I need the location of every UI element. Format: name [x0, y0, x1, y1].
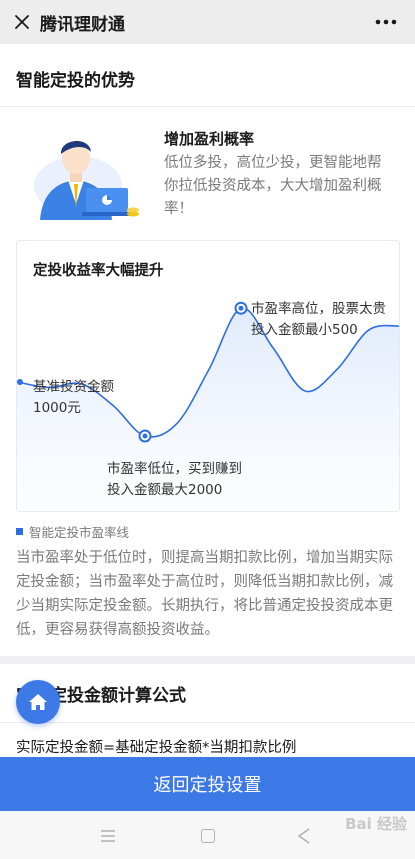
home-icon [29, 694, 47, 710]
annotation-base-line1: 基准投资金额 [33, 379, 114, 395]
annotation-base: 基准投资金额 1000元 [33, 377, 114, 419]
legend-label: 智能定投市盈率线 [29, 525, 130, 540]
home-button[interactable] [16, 680, 60, 724]
advantage-heading: 增加盈利概率 [164, 130, 255, 148]
chart-panel: 定投收益率大幅提升 基准投资金额 1000元 市盈率低位，买到赚到 投入金额最大… [16, 240, 400, 512]
close-icon [15, 15, 29, 29]
formula-text: 实际定投金额=基础定投金额*当期扣款比例 [16, 740, 297, 756]
formula-card: 实际定投金额计算公式 实际定投金额=基础定投金额*当期扣款比例 [0, 664, 415, 764]
investor-illustration [34, 140, 139, 220]
close-button[interactable] [0, 0, 44, 44]
annotation-low-line1: 市盈率低位，买到赚到 [107, 461, 242, 477]
nav-back-icon[interactable] [296, 827, 312, 845]
system-nav-bar: Bai 经验 [0, 811, 415, 859]
annotation-low-line2: 投入金额最大2000 [107, 482, 223, 498]
divider [0, 722, 415, 723]
chart-start-point [17, 379, 23, 385]
explanation-text: 当市盈率处于低位时，则提高当期扣款比例，增加当期实际定投金额；当市盈率处于高位时… [16, 550, 393, 638]
nav-home-icon[interactable] [201, 829, 215, 843]
chart-marker-dot-0 [142, 433, 148, 439]
menu-icon[interactable] [100, 829, 116, 843]
chart-marker-dot-1 [238, 305, 244, 311]
divider [0, 106, 415, 107]
chart-title: 定投收益率大幅提升 [33, 263, 164, 279]
annotation-low: 市盈率低位，买到赚到 投入金额最大2000 [107, 459, 242, 501]
more-button[interactable] [371, 10, 401, 34]
advantage-description: 低位多投，高位少投，更智能地帮你拉低投资成本，大大增加盈利概率！ [164, 155, 382, 217]
advantages-card: 智能定投的优势 增加盈利概率 低位多投，高位少投，更智能地帮你拉低投资成本，大大… [0, 44, 415, 656]
watermark: Bai 经验 [345, 815, 407, 833]
chart-legend: 智能定投市盈率线 [16, 522, 129, 541]
annotation-base-line2: 1000元 [33, 400, 81, 416]
section-title: 智能定投的优势 [16, 71, 135, 91]
legend-swatch [16, 528, 23, 535]
back-to-settings-button[interactable]: 返回定投设置 [0, 757, 415, 811]
more-icon [375, 19, 397, 25]
annotation-high-line1: 市盈率高位，股票太贵 [251, 301, 386, 317]
app-title: 腾讯理财通 [40, 14, 125, 35]
annotation-high: 市盈率高位，股票太贵 投入金额最小500 [251, 299, 386, 341]
annotation-high-line2: 投入金额最小500 [251, 322, 358, 338]
top-bar: 腾讯理财通 [0, 0, 415, 44]
